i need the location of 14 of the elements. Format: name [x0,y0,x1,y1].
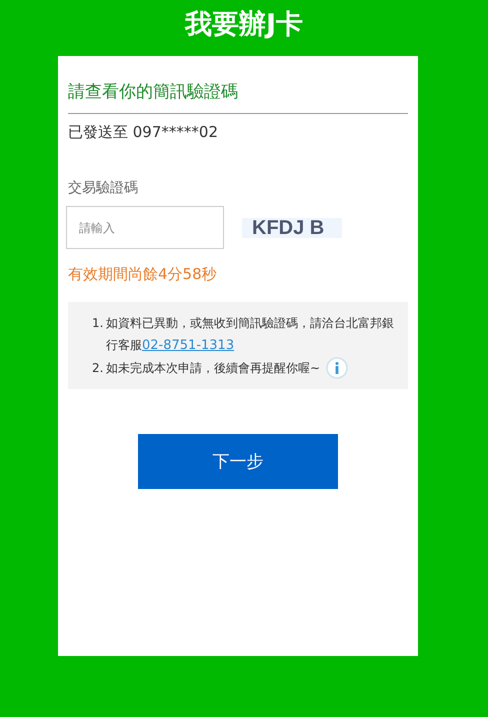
validity-text: 有效期間尚餘4分58秒 [68,265,218,284]
captcha-image: KFDJ B [242,218,342,238]
note-text: 如未完成本次申請，後續會再提醒你喔~ [106,360,320,377]
input-field[interactable]: 請輸入 [66,206,224,249]
next-button[interactable]: 下一步 [138,434,338,489]
field-label: 交易驗證碼 [68,179,139,197]
note-number: 1. [92,315,104,332]
page-title: 我要辦J卡 [184,8,304,42]
info-icon[interactable] [326,357,348,379]
section-heading: 請查看你的簡訊驗證碼 [68,81,239,104]
note-text: 如資料已異動，或無收到簡訊驗證碼，請洽台北富邦銀行客服02-8751-1313 [106,315,395,355]
note-number: 2. [92,360,104,377]
sent-to-text: 已發送至 097*****02 [68,123,219,142]
phone-link[interactable]: 02-8751-1313 [142,338,234,353]
